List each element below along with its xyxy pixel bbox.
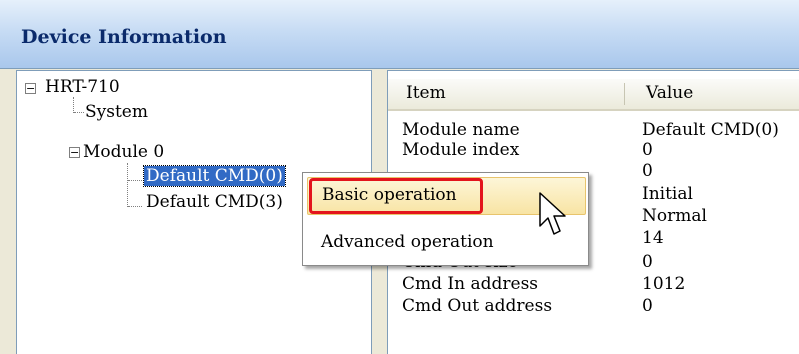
list-cell-value: Normal — [642, 206, 707, 226]
tree-node-system[interactable]: System — [85, 101, 148, 123]
tree-node-root[interactable]: HRT-710 — [45, 76, 120, 98]
tree-node-label: Module 0 — [83, 142, 165, 162]
list-header: Item Value — [388, 79, 799, 111]
tree-node-cmd3[interactable]: Default CMD(3) — [146, 191, 283, 213]
list-cell-item: Cmd Out address — [402, 296, 553, 316]
highlight-box — [309, 178, 483, 214]
list-cell-value: Initial — [642, 184, 693, 204]
list-cell-value: 14 — [642, 228, 664, 248]
tree-line — [74, 112, 84, 113]
tree-node-label: System — [85, 102, 148, 122]
column-header-value[interactable]: Value — [646, 83, 693, 103]
tree-node-label: HRT-710 — [45, 77, 120, 97]
tree-line — [128, 180, 142, 181]
list-cell-item: Cmd In address — [402, 274, 539, 294]
list-cell-value: 0 — [642, 140, 653, 160]
list-cell-value: 0 — [642, 296, 653, 316]
tree-node-cmd0[interactable]: Default CMD(0) — [143, 165, 286, 187]
column-divider[interactable] — [624, 83, 625, 105]
list-cell-value: 1012 — [642, 274, 686, 294]
menu-item-label: Advanced operation — [321, 232, 494, 252]
list-cell-value: Default CMD(0) — [642, 120, 779, 140]
list-cell-item: Module name — [402, 120, 520, 140]
tree-node-label: Default CMD(0) — [143, 165, 286, 187]
tree-node-module[interactable]: Module 0 — [83, 141, 164, 163]
collapse-icon[interactable]: − — [69, 147, 80, 158]
window-titlebar: Device Information — [0, 0, 799, 69]
tree-node-label: Default CMD(3) — [146, 192, 283, 212]
mouse-pointer-icon — [539, 192, 566, 235]
tree-line — [127, 163, 128, 207]
window-title: Device Information — [21, 26, 227, 48]
column-header-item[interactable]: Item — [406, 83, 446, 103]
tree-line — [128, 206, 142, 207]
list-cell-item: Module index — [402, 140, 520, 160]
tree-line — [73, 97, 74, 113]
list-cell-value: 0 — [642, 252, 653, 272]
collapse-icon[interactable]: − — [25, 83, 36, 94]
list-cell-value: 0 — [642, 161, 653, 181]
